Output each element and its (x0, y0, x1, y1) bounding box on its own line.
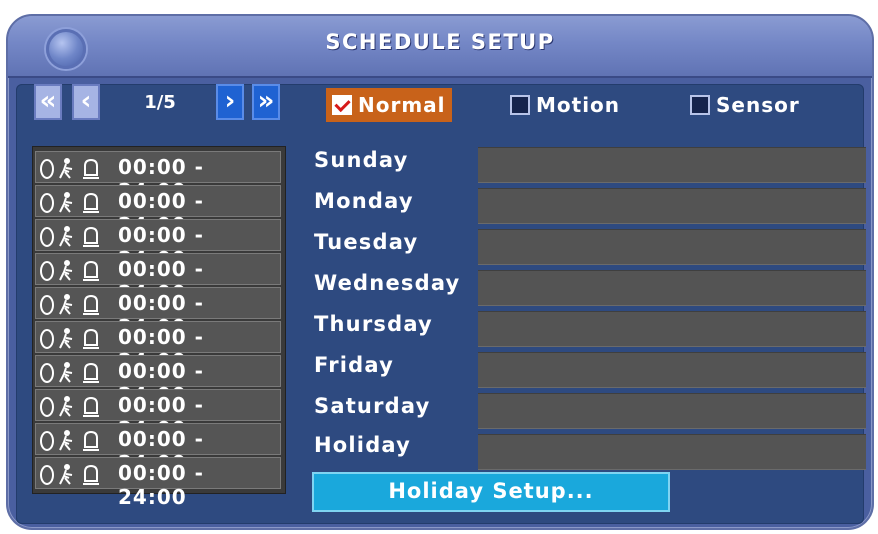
time-slot-row[interactable]: 00:00 - 24:00 (35, 253, 281, 305)
motion-person-icon (59, 464, 73, 485)
sensor-bell-icon (83, 226, 99, 247)
mode-sensor-label: Sensor (716, 93, 800, 117)
mode-sensor[interactable]: Sensor (690, 88, 800, 122)
first-page-button[interactable]: « (34, 84, 62, 120)
slot-mode-icons[interactable] (40, 396, 110, 417)
day-schedule-bar-monday[interactable] (478, 188, 866, 224)
sensor-bell-icon (83, 192, 99, 213)
sensor-bell-icon (83, 158, 99, 179)
circle-icon (40, 261, 54, 281)
sensor-bell-icon (83, 294, 99, 315)
sensor-bell-icon (83, 430, 99, 451)
motion-person-icon (59, 328, 73, 349)
sensor-bell-icon (83, 362, 99, 383)
slot-mode-icons[interactable] (40, 192, 110, 213)
time-slot-row[interactable]: 00:00 - 24:00 (35, 185, 281, 237)
slot-mode-icons[interactable] (40, 158, 110, 179)
motion-person-icon (59, 362, 73, 383)
day-schedule-bar-holiday[interactable] (478, 434, 866, 470)
circle-icon (40, 431, 54, 451)
slot-mode-icons[interactable] (40, 226, 110, 247)
day-label-friday: Friday (314, 353, 395, 377)
time-slot-row[interactable]: 00:00 - 24:00 (35, 287, 281, 339)
mode-normal[interactable]: Normal (326, 88, 452, 122)
day-schedule-bar-tuesday[interactable] (478, 229, 866, 265)
day-label-saturday: Saturday (314, 394, 431, 418)
day-label-holiday: Holiday (314, 433, 412, 457)
time-slot-row[interactable]: 00:00 - 24:00 (35, 321, 281, 373)
motion-person-icon (59, 158, 73, 179)
slot-time-range[interactable]: 00:00 - 24:00 (118, 461, 280, 509)
sensor-bell-icon (83, 328, 99, 349)
day-schedule-bar-saturday[interactable] (478, 393, 866, 429)
circle-icon (40, 295, 54, 315)
next-page-button[interactable]: › (216, 84, 244, 120)
holiday-setup-button[interactable]: Holiday Setup... (312, 472, 670, 512)
slot-mode-icons[interactable] (40, 260, 110, 281)
circle-icon (40, 363, 54, 383)
slot-mode-icons[interactable] (40, 328, 110, 349)
motion-checkbox[interactable] (510, 94, 530, 115)
motion-person-icon (59, 430, 73, 451)
time-slot-row[interactable]: 00:00 - 24:00 (35, 457, 281, 509)
day-label-thursday: Thursday (314, 312, 433, 336)
mode-motion-label: Motion (536, 93, 621, 117)
slot-mode-icons[interactable] (40, 464, 110, 485)
mode-normal-label: Normal (358, 93, 446, 117)
time-slot-row[interactable]: 00:00 - 24:00 (35, 151, 281, 203)
sensor-bell-icon (83, 260, 99, 281)
day-schedule-bar-thursday[interactable] (478, 311, 866, 347)
day-label-wednesday: Wednesday (314, 271, 461, 295)
time-slot-row[interactable]: 00:00 - 24:00 (35, 423, 281, 475)
time-slot-row[interactable]: 00:00 - 24:00 (35, 355, 281, 407)
title-bar: SCHEDULE SETUP (8, 16, 872, 78)
last-page-button[interactable]: » (252, 84, 280, 120)
prev-page-button[interactable]: ‹ (72, 84, 100, 120)
slot-mode-icons[interactable] (40, 430, 110, 451)
sensor-bell-icon (83, 396, 99, 417)
circle-icon (40, 397, 54, 417)
slot-mode-icons[interactable] (40, 362, 110, 383)
mode-motion[interactable]: Motion (510, 88, 620, 122)
page-indicator: 1/5 (144, 92, 176, 113)
day-schedule-bar-wednesday[interactable] (478, 270, 866, 306)
slot-mode-icons[interactable] (40, 294, 110, 315)
day-schedule-bar-sunday[interactable] (478, 147, 866, 183)
motion-person-icon (59, 260, 73, 281)
day-label-monday: Monday (314, 189, 414, 213)
circle-icon (40, 159, 54, 179)
motion-person-icon (59, 192, 73, 213)
window-title: SCHEDULE SETUP (325, 30, 555, 54)
time-slot-list: 00:00 - 24:0000:00 - 24:0000:00 - 24:000… (32, 146, 286, 509)
circle-icon (40, 227, 54, 247)
circle-icon (40, 329, 54, 349)
day-schedule-bar-friday[interactable] (478, 352, 866, 388)
sensor-bell-icon (83, 464, 99, 485)
time-slot-row[interactable]: 00:00 - 24:00 (35, 389, 281, 441)
circle-icon (40, 193, 54, 213)
motion-person-icon (59, 396, 73, 417)
time-slot-row[interactable]: 00:00 - 24:00 (35, 219, 281, 271)
motion-person-icon (59, 226, 73, 247)
normal-checkbox[interactable] (332, 94, 352, 115)
motion-person-icon (59, 294, 73, 315)
circle-icon (40, 465, 54, 485)
day-label-sunday: Sunday (314, 148, 409, 172)
sensor-checkbox[interactable] (690, 94, 710, 115)
day-label-tuesday: Tuesday (314, 230, 419, 254)
